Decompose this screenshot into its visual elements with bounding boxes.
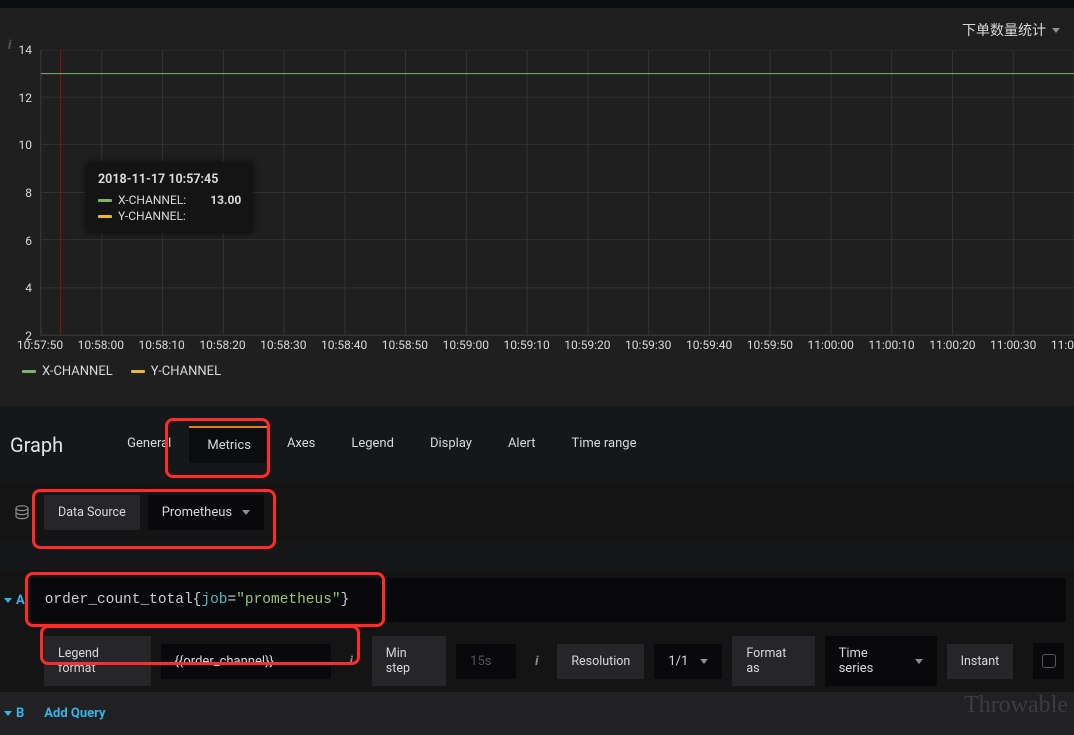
- legend-bar: X-CHANNEL Y-CHANNEL: [0, 354, 1074, 389]
- datasource-row: Data Source Prometheus: [0, 483, 1074, 542]
- legend-item-x-channel[interactable]: X-CHANNEL: [22, 364, 113, 379]
- panel-title: 下单数量统计: [962, 20, 1046, 40]
- legend-format-label: Legend format: [44, 636, 151, 686]
- query-row-a: A order_count_total{job="prometheus"}: [0, 570, 1074, 630]
- legend-format-input[interactable]: {{order_channel}}: [161, 644, 331, 679]
- y-tick: 12: [19, 91, 33, 105]
- y-tick: 4: [25, 281, 32, 295]
- tab-metrics[interactable]: Metrics: [189, 426, 269, 463]
- tooltip-time: 2018-11-17 10:57:45: [98, 172, 241, 187]
- format-as-select[interactable]: Time series: [825, 636, 937, 686]
- tooltip-row: Y-CHANNEL:: [98, 209, 241, 223]
- tooltip-swatch: [98, 215, 112, 218]
- add-query-button[interactable]: Add Query: [30, 698, 119, 729]
- chevron-down-icon: [1052, 28, 1060, 33]
- x-tick: 10:58:00: [78, 338, 124, 352]
- tab-time-range[interactable]: Time range: [553, 426, 654, 463]
- x-tick: 10:59:30: [625, 338, 671, 352]
- y-tick: 8: [25, 186, 32, 200]
- chart-area[interactable]: 14 12 10 8 6 4 2: [4, 46, 1074, 354]
- query-row-b: B Add Query: [0, 692, 1074, 735]
- checkbox-empty-icon: [1042, 654, 1056, 668]
- min-step-label: Min step: [372, 636, 446, 686]
- tab-display[interactable]: Display: [412, 426, 490, 463]
- chevron-down-icon: [242, 510, 250, 515]
- legend-swatch: [131, 370, 145, 373]
- x-tick: 10:59:10: [503, 338, 549, 352]
- x-tick: 11:00:30: [990, 338, 1036, 352]
- tab-legend[interactable]: Legend: [333, 426, 412, 463]
- legend-label: Y-CHANNEL: [151, 364, 221, 379]
- query-options-row: Legend format {{order_channel}} i Min st…: [0, 630, 1074, 692]
- editor-tabs-row: Graph General Metrics Axes Legend Displa…: [0, 406, 1074, 483]
- chevron-down-icon: [4, 598, 12, 603]
- tooltip-swatch: [98, 199, 112, 202]
- x-tick: 10:59:40: [686, 338, 732, 352]
- tab-general[interactable]: General: [109, 426, 189, 463]
- x-tick: 10:59:50: [747, 338, 793, 352]
- query-a-toggle[interactable]: A: [0, 570, 31, 630]
- query-letter-a: A: [16, 593, 25, 608]
- x-tick: 10:58:30: [260, 338, 306, 352]
- x-tick: 10:57:50: [17, 338, 63, 352]
- x-tick: 10:59:00: [443, 338, 489, 352]
- datasource-label: Data Source: [44, 495, 140, 530]
- chevron-down-icon: [915, 659, 923, 664]
- x-tick: 10:58:20: [199, 338, 245, 352]
- tooltip-value: 13.00: [210, 193, 241, 207]
- resolution-label: Resolution: [557, 644, 644, 679]
- x-tick: 11:00:20: [929, 338, 975, 352]
- y-tick: 6: [25, 234, 32, 248]
- x-tick: 10:58:50: [382, 338, 428, 352]
- x-tick: 10:58:10: [138, 338, 184, 352]
- y-axis: 14 12 10 8 6 4 2: [4, 46, 36, 336]
- x-tick: 11:00:40: [1051, 338, 1074, 352]
- query-expression-input[interactable]: order_count_total{job="prometheus"}: [31, 578, 1066, 622]
- x-axis: 10:57:50 10:58:00 10:58:10 10:58:20 10:5…: [40, 338, 1074, 354]
- format-as-value: Time series: [839, 646, 903, 676]
- x-tick: 11:00:10: [868, 338, 914, 352]
- legend-item-y-channel[interactable]: Y-CHANNEL: [131, 364, 221, 379]
- resolution-select[interactable]: 1/1: [654, 644, 722, 679]
- legend-swatch: [22, 370, 36, 373]
- tab-alert[interactable]: Alert: [490, 426, 554, 463]
- chevron-down-icon: [700, 659, 708, 664]
- instant-label: Instant: [947, 644, 1014, 679]
- tooltip-row: X-CHANNEL: 13.00: [98, 193, 241, 207]
- min-step-input[interactable]: 15s: [456, 644, 516, 679]
- x-tick: 11:00:00: [808, 338, 854, 352]
- x-tick: 10:58:40: [321, 338, 367, 352]
- panel-title-dropdown[interactable]: 下单数量统计: [962, 20, 1060, 40]
- chart-tooltip: 2018-11-17 10:57:45 X-CHANNEL: 13.00 Y-C…: [86, 162, 253, 233]
- info-icon[interactable]: i: [526, 654, 547, 669]
- chevron-down-icon: [4, 711, 12, 716]
- x-tick: 10:59:20: [564, 338, 610, 352]
- y-tick: 14: [19, 43, 33, 57]
- resolution-value: 1/1: [668, 654, 688, 669]
- graph-panel: i 下单数量统计 14 12 10 8 6 4 2: [0, 8, 1074, 406]
- datasource-select[interactable]: Prometheus: [148, 495, 264, 530]
- y-tick: 10: [19, 138, 33, 152]
- tooltip-label: Y-CHANNEL:: [118, 209, 186, 223]
- format-as-label: Format as: [732, 636, 814, 686]
- legend-label: X-CHANNEL: [42, 364, 113, 379]
- instant-checkbox[interactable]: [1033, 643, 1064, 679]
- database-icon: [14, 505, 30, 521]
- datasource-value: Prometheus: [162, 505, 232, 520]
- tab-axes[interactable]: Axes: [269, 426, 333, 463]
- info-icon[interactable]: i: [341, 654, 362, 669]
- tooltip-label: X-CHANNEL:: [118, 193, 186, 207]
- editor-title: Graph: [10, 433, 63, 457]
